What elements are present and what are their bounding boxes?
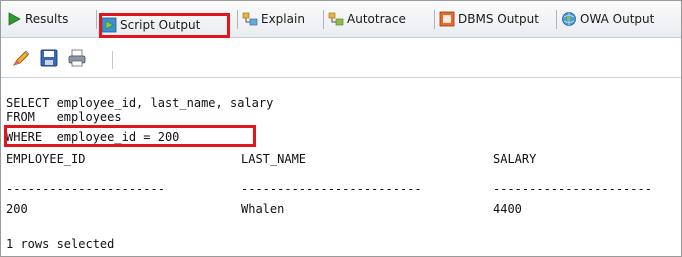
script-output-icon (101, 17, 117, 33)
tab-explain[interactable]: Explain (242, 1, 305, 37)
tab-divider (237, 10, 238, 29)
column-header-last-name: LAST_NAME (241, 152, 307, 166)
eraser-pencil-icon[interactable] (11, 48, 31, 68)
cell-employee-id: 200 (6, 202, 28, 216)
tab-autotrace-label: Autotrace (347, 12, 406, 26)
tab-results[interactable]: Results (6, 1, 68, 37)
tab-script-output-label: Script Output (120, 18, 201, 32)
output-toolbar (1, 38, 681, 78)
explain-plan-icon (242, 12, 258, 26)
sql-line-where: WHERE employee_id = 200 (6, 130, 180, 144)
tab-owa-output-label: OWA Output (580, 12, 655, 26)
toolbar-divider (112, 51, 113, 69)
dbms-output-icon (439, 11, 455, 27)
tab-dbms-output-label: DBMS Output (458, 12, 539, 26)
column-separator: ---------------------- (6, 182, 165, 196)
cell-last-name: Whalen (241, 202, 285, 216)
tab-results-label: Results (25, 12, 69, 26)
tab-script-output[interactable]: Script Output (101, 15, 200, 35)
output-tab-bar: Results Script Output Explain Autotrace … (1, 1, 681, 38)
tab-dbms-output[interactable]: DBMS Output (439, 1, 539, 37)
script-output-panel: Results Script Output Explain Autotrace … (0, 0, 682, 257)
column-separator: ------------------------- (241, 182, 422, 196)
tab-owa-output[interactable]: OWA Output (561, 1, 654, 37)
run-triangle-icon (8, 12, 21, 26)
cell-salary: 4400 (493, 202, 522, 216)
column-header-employee-id: EMPLOYEE_ID (6, 152, 86, 166)
print-icon[interactable] (67, 48, 87, 68)
tab-divider (556, 10, 557, 29)
rows-selected-footer: 1 rows selected (6, 237, 115, 251)
sql-line-select: SELECT employee_id, last_name, salary (6, 96, 274, 110)
autotrace-icon (328, 12, 344, 26)
tab-divider (323, 10, 324, 29)
tab-divider (96, 10, 97, 29)
tab-autotrace[interactable]: Autotrace (328, 1, 406, 37)
owa-globe-icon (562, 12, 576, 26)
save-disk-icon[interactable] (39, 48, 59, 68)
tab-explain-label: Explain (261, 12, 305, 26)
script-output-text-area[interactable]: SELECT employee_id, last_name, salary FR… (1, 78, 681, 256)
tab-divider (434, 10, 435, 29)
sql-line-from: FROM employees (6, 110, 122, 124)
column-header-salary: SALARY (493, 152, 537, 166)
column-separator: ---------------------- (493, 182, 652, 196)
